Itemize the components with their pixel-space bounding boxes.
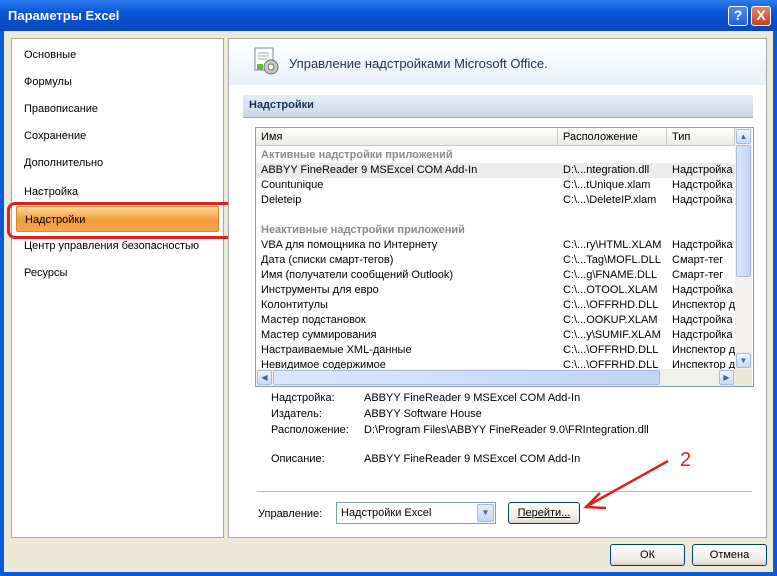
excel-options-dialog: Параметры Excel ? X Основные Формулы Пра…: [0, 0, 777, 576]
title-bar: Параметры Excel ? X: [0, 0, 777, 31]
help-button[interactable]: ?: [728, 6, 748, 26]
ok-button[interactable]: ОК: [610, 544, 685, 566]
window-title: Параметры Excel: [8, 8, 120, 23]
dialog-client-area: Основные Формулы Правописание Сохранение…: [4, 31, 773, 572]
close-button[interactable]: X: [751, 6, 771, 26]
cancel-button[interactable]: Отмена: [692, 544, 767, 566]
annotation-arrow-icon: [583, 459, 669, 510]
